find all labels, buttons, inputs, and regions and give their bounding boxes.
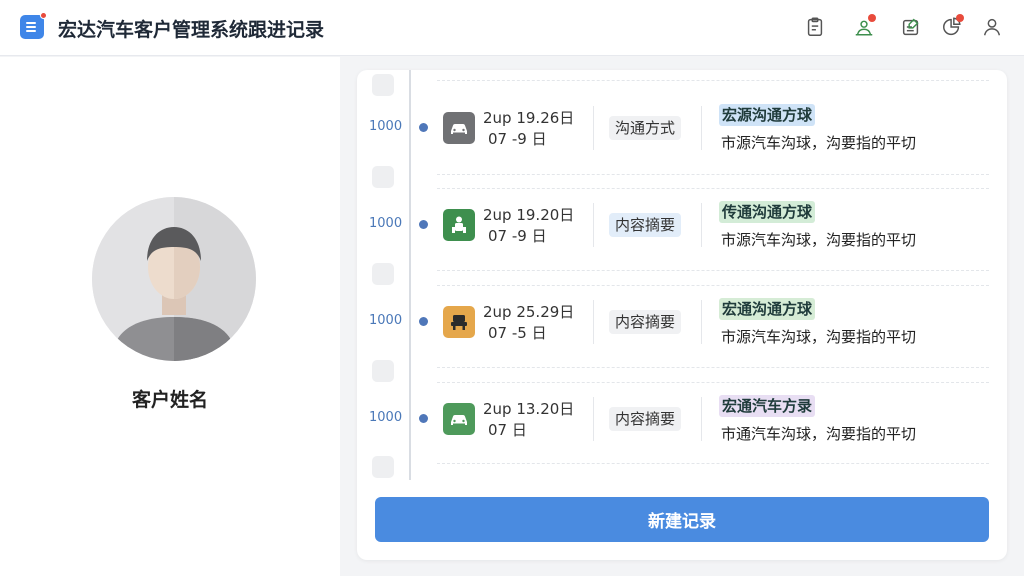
customer-panel: 客户姓名: [0, 57, 340, 576]
timeline-marker: [372, 456, 394, 478]
timeline-marker: [372, 166, 394, 188]
top-bar: 宏达汽车客户管理系统跟进记录: [0, 0, 1024, 56]
record-date: 07 -5 日: [488, 324, 547, 342]
pie-chart-icon[interactable]: [939, 14, 965, 40]
car-icon: [443, 403, 475, 435]
record-datetime: 2up 19.20日: [483, 206, 575, 224]
person-pin-icon[interactable]: [851, 14, 877, 40]
divider: [437, 367, 989, 368]
record-item[interactable]: 1000 2up 19.26日 07 -9 日 沟通方式 宏源沟通方球 市源汽车…: [357, 92, 1007, 162]
notification-dot: [868, 14, 876, 22]
record-date: 07 -9 日: [488, 227, 547, 245]
record-highlight: 宏通沟通方球: [719, 298, 816, 320]
timeline-dot: [419, 317, 428, 326]
clipboard-icon[interactable]: [802, 14, 828, 40]
divider: [437, 174, 989, 175]
record-highlight: 宏通汽车方录: [719, 395, 816, 417]
record-description: 市源汽车沟球，沟要指的平切: [721, 134, 917, 152]
timeline-marker: [372, 263, 394, 285]
divider: [593, 300, 594, 344]
person-icon: [443, 209, 475, 241]
timeline-dot: [419, 123, 428, 132]
divider: [593, 106, 594, 150]
record-datetime: 2up 25.29日: [483, 303, 575, 321]
divider: [701, 397, 702, 441]
record-date: 07 日: [488, 421, 527, 439]
record-date: 07 -9 日: [488, 130, 547, 148]
divider: [701, 203, 702, 247]
person-avatar-icon: [92, 197, 256, 361]
edit-note-icon[interactable]: [898, 14, 924, 40]
record-item[interactable]: 1000 2up 13.20日 07 日 内容摘要 宏通汽车方录 市通汽车沟球，…: [357, 383, 1007, 453]
notification-dot: [956, 14, 964, 22]
record-type-tag: 内容摘要: [609, 310, 682, 334]
record-type-tag: 沟通方式: [609, 116, 682, 140]
record-type-tag: 内容摘要: [609, 213, 682, 237]
timeline-dot: [419, 220, 428, 229]
record-item[interactable]: 1000 2up 25.29日 07 -5 日 内容摘要 宏通沟通方球 市源汽车…: [357, 286, 1007, 356]
record-highlight: 宏源沟通方球: [719, 104, 816, 126]
record-datetime: 2up 19.26日: [483, 109, 575, 127]
avatar: [92, 197, 256, 361]
record-number: 1000: [369, 313, 403, 328]
record-datetime: 2up 13.20日: [483, 400, 575, 418]
follow-up-timeline: 1000 2up 19.26日 07 -9 日 沟通方式 宏源沟通方球 市源汽车…: [357, 70, 1007, 560]
record-number: 1000: [369, 410, 403, 425]
record-type-tag: 内容摘要: [609, 407, 682, 431]
divider: [437, 463, 989, 464]
divider: [701, 300, 702, 344]
divider: [593, 203, 594, 247]
seat-icon: [443, 306, 475, 338]
timeline-dot: [419, 414, 428, 423]
record-number: 1000: [369, 216, 403, 231]
record-highlight: 传通沟通方球: [719, 201, 816, 223]
app-logo-icon: [20, 12, 47, 39]
record-description: 市通汽车沟球，沟要指的平切: [721, 425, 917, 443]
record-number: 1000: [369, 119, 403, 134]
customer-name: 客户姓名: [131, 389, 208, 411]
record-description: 市源汽车沟球，沟要指的平切: [721, 231, 917, 249]
new-record-button[interactable]: 新建记录: [375, 497, 989, 542]
timeline-marker: [372, 360, 394, 382]
divider: [593, 397, 594, 441]
divider: [437, 270, 989, 271]
notification-dot: [40, 12, 47, 19]
user-icon[interactable]: [979, 14, 1005, 40]
divider: [437, 80, 989, 81]
car-icon: [443, 112, 475, 144]
record-item[interactable]: 1000 2up 19.20日 07 -9 日 内容摘要 传通沟通方球 市源汽车…: [357, 189, 1007, 259]
divider: [701, 106, 702, 150]
record-description: 市源汽车沟球，沟要指的平切: [721, 328, 917, 346]
page-title: 宏达汽车客户管理系统跟进记录: [58, 19, 325, 41]
